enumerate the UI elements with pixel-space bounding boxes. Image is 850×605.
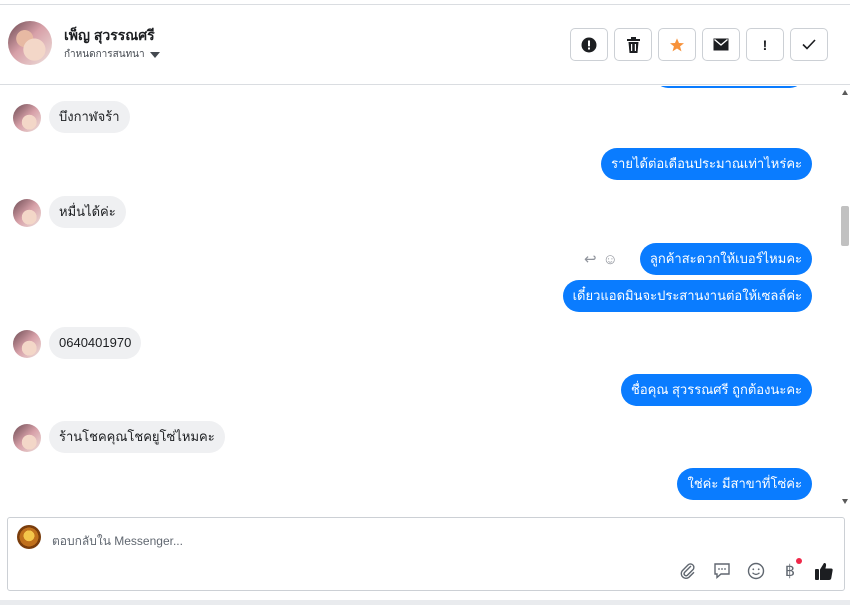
envelope-icon — [713, 38, 729, 51]
incoming-message[interactable]: บึงกาฬจร้า — [49, 101, 130, 133]
star-button[interactable] — [658, 28, 696, 61]
incoming-message[interactable]: ร้านโชคคุณโชคยูโซ่ไหมคะ — [49, 421, 225, 453]
sender-avatar[interactable] — [13, 330, 41, 358]
done-button[interactable] — [790, 28, 828, 61]
outgoing-message[interactable]: ใช่ค่ะ มีสาขาที่โซ่ค่ะ — [677, 468, 812, 500]
notification-dot — [796, 558, 802, 564]
payment-baht-icon[interactable]: ฿ — [780, 558, 802, 581]
scroll-down-arrow-icon[interactable] — [842, 499, 848, 504]
emoji-icon[interactable] — [746, 561, 766, 581]
conversation-schedule-label: กำหนดการสนทนา — [64, 49, 145, 60]
outgoing-message[interactable]: ชื่อคุณ สุวรรณศรี ถูกต้องนะคะ — [621, 374, 812, 406]
alert-circle-icon — [581, 37, 597, 52]
contact-name[interactable]: เพ็ญ สุวรรณศรี — [64, 25, 155, 47]
message-composer: ตอบกลับใน Messenger... ฿ — [7, 517, 845, 591]
trash-icon — [626, 36, 640, 53]
attachment-icon[interactable] — [678, 561, 698, 581]
star-icon — [670, 37, 684, 51]
reply-input[interactable]: ตอบกลับใน Messenger... — [52, 532, 183, 551]
scroll-up-arrow-icon[interactable] — [842, 90, 848, 95]
react-emoji-icon[interactable]: ☺ — [603, 251, 618, 268]
reply-icon[interactable]: ↩ — [584, 250, 597, 268]
outgoing-message[interactable]: รายได้ต่อเดือนประมาณเท่าไหร่คะ — [601, 148, 812, 180]
conversation-actions: ! — [570, 28, 828, 61]
outgoing-message[interactable]: ลูกค้าสะดวกให้เบอร์ไหมคะ — [639, 243, 812, 275]
contact-avatar[interactable] — [8, 21, 52, 65]
delete-button[interactable] — [614, 28, 652, 61]
scrollbar-thumb[interactable] — [841, 206, 849, 246]
composer-toolbar: ฿ — [678, 558, 834, 581]
sender-avatar[interactable] — [13, 104, 41, 132]
page-avatar — [17, 525, 41, 549]
exclamation-icon: ! — [762, 36, 768, 53]
spam-button[interactable]: ! — [746, 28, 784, 61]
incoming-message[interactable]: หมื่นได้ค่ะ — [49, 196, 126, 228]
message-thread[interactable]: บึงกาฬจร้า รายได้ต่อเดือนประมาณเท่าไหร่ค… — [0, 86, 838, 508]
conversation-schedule[interactable]: กำหนดการสนทนา — [64, 47, 160, 62]
incoming-message[interactable]: 0640401970 — [49, 327, 142, 359]
outgoing-message-partial[interactable] — [654, 86, 804, 88]
mark-unread-button[interactable] — [702, 28, 740, 61]
saved-replies-icon[interactable] — [712, 561, 732, 581]
conversation-header: เพ็ญ สุวรรณศรี กำหนดการสนทนา ! — [0, 5, 850, 85]
thumbs-up-icon[interactable] — [814, 561, 834, 581]
report-button[interactable] — [570, 28, 608, 61]
thread-scrollbar[interactable] — [840, 86, 850, 506]
bottom-divider — [0, 600, 850, 605]
sender-avatar[interactable] — [13, 199, 41, 227]
outgoing-message[interactable]: เดี๋ยวแอดมินจะประสานงานต่อให้เซลล์ค่ะ — [562, 280, 812, 312]
sender-avatar[interactable] — [13, 424, 41, 452]
chevron-down-icon[interactable] — [149, 51, 160, 58]
message-hover-tools: ↩ ☺ — [584, 250, 618, 269]
checkmark-icon — [802, 39, 816, 50]
